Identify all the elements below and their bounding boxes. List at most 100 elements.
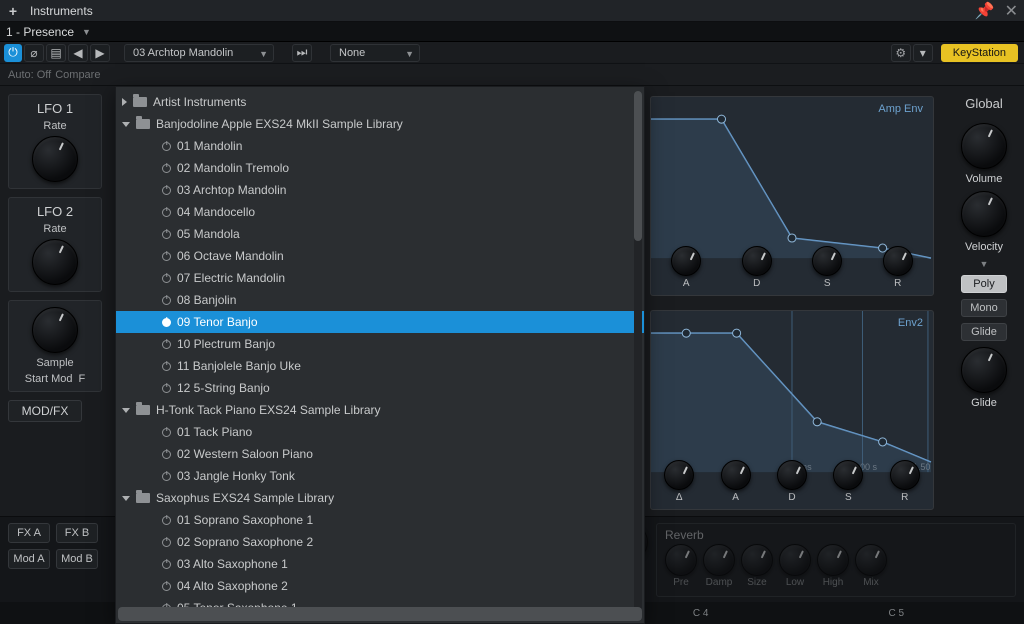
browser-folder[interactable]: Artist Instruments bbox=[116, 91, 644, 113]
scrollbar-vertical[interactable] bbox=[634, 91, 642, 611]
row-label: 09 Tenor Banjo bbox=[177, 315, 258, 329]
scrollbar-thumb[interactable] bbox=[634, 91, 642, 241]
pin-icon[interactable]: 📌 bbox=[975, 1, 995, 21]
glide-knob[interactable] bbox=[961, 347, 1007, 393]
env2-decay-knob[interactable] bbox=[777, 460, 807, 490]
browser-folder[interactable]: Saxophus EXS24 Sample Library bbox=[116, 487, 644, 509]
volume-label: Volume bbox=[966, 173, 1003, 185]
instrument-strip[interactable]: 1 - Presence ▼ bbox=[0, 22, 1024, 42]
row-label: Artist Instruments bbox=[153, 95, 246, 109]
browser-preset[interactable]: 07 Electric Mandolin bbox=[116, 267, 644, 289]
reverb-size-knob[interactable] bbox=[741, 544, 773, 576]
prev-preset-button[interactable]: ◀ bbox=[68, 44, 88, 62]
browser-preset[interactable]: 01 Soprano Saxophone 1 bbox=[116, 509, 644, 531]
browser-preset[interactable]: 06 Octave Mandolin bbox=[116, 245, 644, 267]
global-panel: Global Volume Velocity ▼ Poly Mono Glide… bbox=[944, 86, 1024, 516]
env2-panel[interactable]: Env2 500 ms 1.00 s 1.50 s Δ A D S bbox=[650, 310, 934, 510]
instrument-name: 1 - Presence bbox=[6, 25, 74, 39]
row-label: 04 Mandocello bbox=[177, 205, 255, 219]
fxb-button[interactable]: FX B bbox=[56, 523, 98, 543]
velocity-knob[interactable] bbox=[961, 191, 1007, 237]
mono-button[interactable]: Mono bbox=[961, 299, 1007, 317]
row-label: 12 5-String Banjo bbox=[177, 381, 270, 395]
chevron-down-icon: ▼ bbox=[82, 27, 91, 37]
browser-preset[interactable]: 01 Tack Piano bbox=[116, 421, 644, 443]
row-label: 04 Alto Saxophone 2 bbox=[177, 579, 288, 593]
modb-button[interactable]: Mod B bbox=[56, 549, 98, 569]
preset-icon bbox=[162, 186, 171, 195]
reverb-damp-knob[interactable] bbox=[703, 544, 735, 576]
volume-knob[interactable] bbox=[961, 123, 1007, 169]
env2-attack-knob[interactable] bbox=[721, 460, 751, 490]
browser-preset[interactable]: 03 Jangle Honky Tonk bbox=[116, 465, 644, 487]
fxa-button[interactable]: FX A bbox=[8, 523, 50, 543]
browser-preset[interactable]: 02 Mandolin Tremolo bbox=[116, 157, 644, 179]
preset-dropdown[interactable]: 03 Archtop Mandolin ▼ bbox=[124, 44, 274, 62]
browser-preset[interactable]: 10 Plectrum Banjo bbox=[116, 333, 644, 355]
browser-preset[interactable]: 01 Mandolin bbox=[116, 135, 644, 157]
folder-icon bbox=[136, 493, 150, 503]
poly-button[interactable]: Poly bbox=[961, 275, 1007, 293]
left-panel: LFO 1 Rate LFO 2 Rate Sample Start Mod F… bbox=[0, 86, 110, 546]
lfo1-title: LFO 1 bbox=[37, 101, 73, 116]
lfo2-rate-knob[interactable] bbox=[32, 239, 78, 285]
browser-preset[interactable]: 04 Alto Saxophone 2 bbox=[116, 575, 644, 597]
plugin-subtoolbar: Auto: Off Compare bbox=[0, 64, 1024, 86]
scrollbar-thumb[interactable] bbox=[118, 607, 642, 621]
next-preset-button[interactable]: ▶ bbox=[90, 44, 110, 62]
sample-knob[interactable] bbox=[32, 307, 78, 353]
browser-preset[interactable]: 11 Banjolele Banjo Uke bbox=[116, 355, 644, 377]
midi-input-badge[interactable]: KeyStation bbox=[941, 44, 1018, 62]
browser-preset[interactable]: 02 Soprano Saxophone 2 bbox=[116, 531, 644, 553]
output-dropdown[interactable]: None ▼ bbox=[330, 44, 420, 62]
skip-next-button[interactable]: ⏭ bbox=[292, 44, 312, 62]
octave-label-c4: C 4 bbox=[693, 608, 709, 619]
compare-toggle[interactable]: Compare bbox=[55, 69, 100, 81]
browser-preset[interactable]: 03 Archtop Mandolin bbox=[116, 179, 644, 201]
reverb-low-knob[interactable] bbox=[779, 544, 811, 576]
gear-icon[interactable]: ⚙ bbox=[891, 44, 911, 62]
browser-folder[interactable]: Banjodoline Apple EXS24 MkII Sample Libr… bbox=[116, 113, 644, 135]
browser-preset[interactable]: 05 Tenor Saxophone 1 bbox=[116, 597, 644, 607]
amp-env-panel[interactable]: Amp Env A D S R bbox=[650, 96, 934, 296]
browser-preset[interactable]: 05 Mandola bbox=[116, 223, 644, 245]
browser-preset[interactable]: 12 5-String Banjo bbox=[116, 377, 644, 399]
browser-preset[interactable]: 04 Mandocello bbox=[116, 201, 644, 223]
glide-button[interactable]: Glide bbox=[961, 323, 1007, 341]
row-label: 05 Mandola bbox=[177, 227, 240, 241]
reverb-high-knob[interactable] bbox=[817, 544, 849, 576]
scrollbar-horizontal[interactable] bbox=[118, 607, 642, 621]
browser-preset[interactable]: 03 Alto Saxophone 1 bbox=[116, 553, 644, 575]
chevron-down-icon[interactable]: ▼ bbox=[980, 259, 989, 269]
browser-preset[interactable]: 09 Tenor Banjo bbox=[116, 311, 644, 333]
lfo1-panel: LFO 1 Rate bbox=[8, 94, 102, 189]
pin-button[interactable]: ⌀ bbox=[24, 44, 44, 62]
env2-release-knob[interactable] bbox=[890, 460, 920, 490]
file-button[interactable]: ▤ bbox=[46, 44, 66, 62]
env2-sustain-knob[interactable] bbox=[833, 460, 863, 490]
browser-preset[interactable]: 08 Banjolin bbox=[116, 289, 644, 311]
start-mod-label: Start Mod bbox=[25, 373, 73, 385]
reverb-mix-knob[interactable] bbox=[855, 544, 887, 576]
reverb-pre-knob[interactable] bbox=[665, 544, 697, 576]
preset-icon bbox=[162, 340, 171, 349]
lfo1-rate-knob[interactable] bbox=[32, 136, 78, 182]
reverb-low-group: Low bbox=[779, 544, 811, 588]
env2-delta-knob[interactable] bbox=[664, 460, 694, 490]
amp-decay-knob[interactable] bbox=[742, 246, 772, 276]
amp-sustain-knob[interactable] bbox=[812, 246, 842, 276]
plugin-toolbar: ⏻ ⌀ ▤ ◀ ▶ 03 Archtop Mandolin ▼ ⏭ None ▼… bbox=[0, 42, 1024, 64]
browser-folder[interactable]: H-Tonk Tack Piano EXS24 Sample Library bbox=[116, 399, 644, 421]
power-button[interactable]: ⏻ bbox=[4, 44, 22, 62]
reverb-damp-label: Damp bbox=[706, 577, 733, 588]
add-instrument-icon[interactable]: + bbox=[6, 4, 20, 18]
automation-toggle[interactable]: Auto: Off bbox=[8, 69, 51, 81]
modfx-button[interactable]: MOD/FX bbox=[8, 400, 82, 422]
preset-list[interactable]: Artist Instruments Banjodoline Apple EXS2… bbox=[116, 87, 644, 607]
amp-release-knob[interactable] bbox=[883, 246, 913, 276]
browser-preset[interactable]: 02 Western Saloon Piano bbox=[116, 443, 644, 465]
close-icon[interactable]: ✕ bbox=[1005, 1, 1018, 21]
amp-attack-knob[interactable] bbox=[671, 246, 701, 276]
moda-button[interactable]: Mod A bbox=[8, 549, 50, 569]
chevron-down-icon[interactable]: ▾ bbox=[913, 44, 933, 62]
